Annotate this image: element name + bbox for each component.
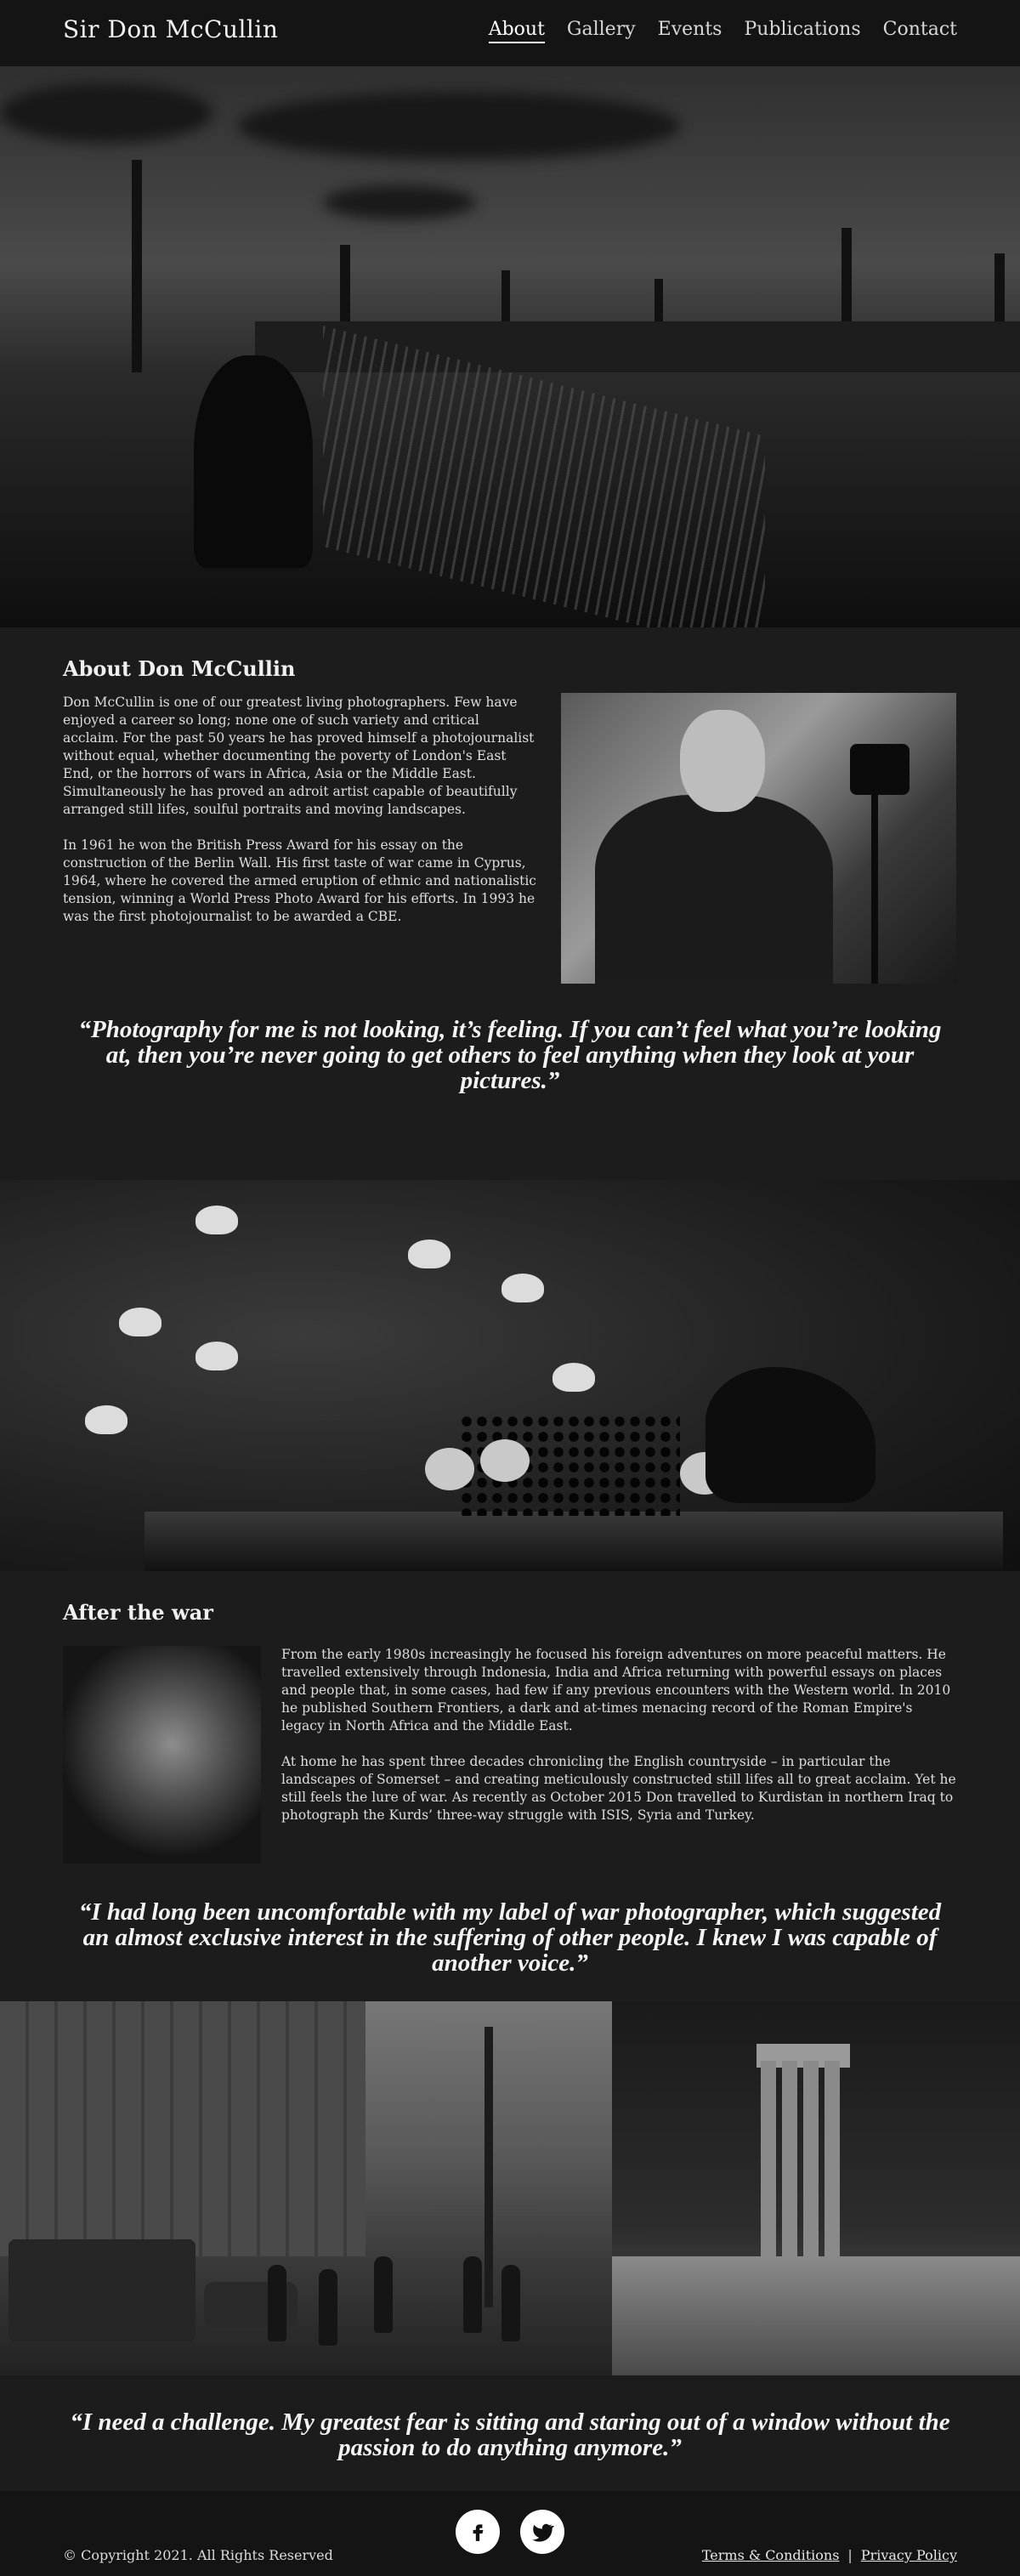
twitter-icon[interactable] [520, 2510, 564, 2554]
still-life-tulips-photo [0, 1180, 1020, 1571]
nav-link-publications[interactable]: Publications [744, 19, 860, 43]
terms-link[interactable]: Terms & Conditions [702, 2547, 840, 2563]
closing-quote-section: “I need a challenge. My greatest fear is… [0, 2375, 1020, 2491]
about-paragraph-2: In 1961 he won the British Press Award f… [63, 837, 536, 924]
footer: © Copyright 2021. All Rights Reserved Te… [0, 2491, 1020, 2576]
after-war-text: From the early 1980s increasingly he foc… [281, 1646, 958, 1824]
nav-link-gallery[interactable]: Gallery [567, 19, 636, 43]
portrait-with-camera-photo [561, 693, 956, 984]
image-pair [0, 2001, 1020, 2375]
after-war-quote: “I had long been uncomfortable with my l… [78, 1898, 942, 1977]
closing-quote: “I need a challenge. My greatest fear is… [70, 2409, 950, 2461]
about-quote: “Photography for me is not looking, it’s… [78, 1016, 942, 1094]
facebook-icon[interactable] [456, 2510, 500, 2554]
about-text: Don McCullin is one of our greatest livi… [63, 694, 539, 926]
top-navigation: Sir Don McCullin About Gallery Events Pu… [0, 0, 1020, 66]
after-war-heading: After the war [63, 1600, 213, 1625]
about-section: About Don McCullin Don McCullin is one o… [0, 627, 1020, 1180]
main-menu: About Gallery Events Publications Contac… [488, 19, 957, 43]
hero-industrial-landscape-photo [0, 66, 1020, 627]
street-scene-photo [0, 2001, 612, 2375]
nav-link-events[interactable]: Events [658, 19, 722, 43]
nav-link-contact[interactable]: Contact [883, 19, 957, 43]
nav-link-about[interactable]: About [488, 19, 545, 43]
privacy-link[interactable]: Privacy Policy [861, 2547, 957, 2563]
portrait-woman-photo [63, 1646, 261, 1864]
after-war-paragraph-1: From the early 1980s increasingly he foc… [281, 1647, 951, 1733]
roman-ruins-photo [612, 2001, 1020, 2375]
site-brand[interactable]: Sir Don McCullin [63, 15, 278, 43]
copyright-text: © Copyright 2021. All Rights Reserved [63, 2547, 333, 2563]
about-heading: About Don McCullin [63, 656, 296, 681]
legal-links: Terms & Conditions | Privacy Policy [702, 2547, 957, 2563]
about-paragraph-1: Don McCullin is one of our greatest livi… [63, 695, 535, 817]
after-war-paragraph-2: At home he has spent three decades chron… [281, 1754, 956, 1823]
after-war-section: After the war From the early 1980s incre… [0, 1571, 1020, 2001]
legal-separator: | [847, 2547, 853, 2563]
